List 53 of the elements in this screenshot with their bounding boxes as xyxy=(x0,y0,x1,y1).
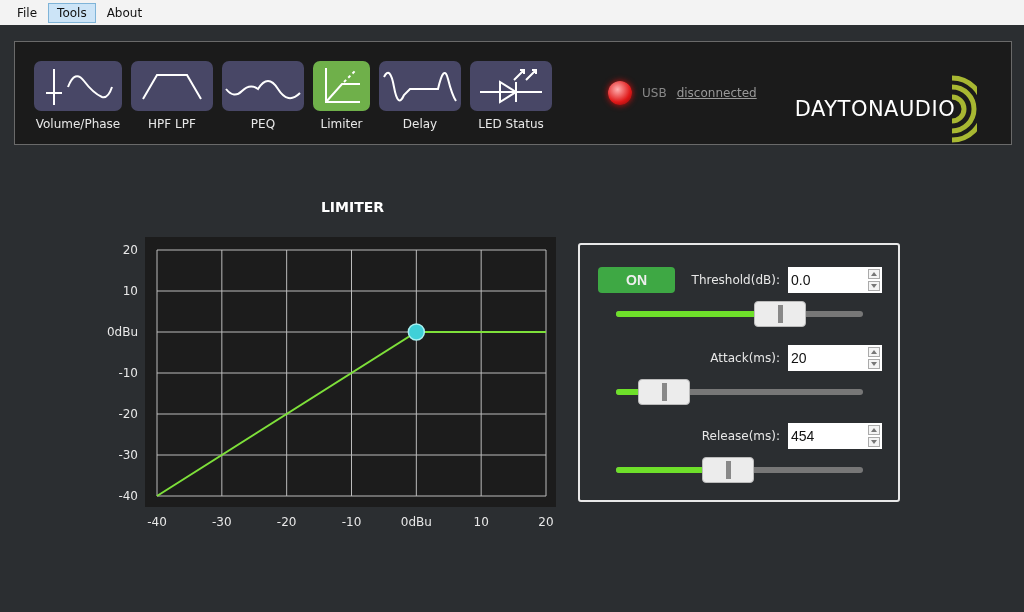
connection-status-link[interactable]: disconnected xyxy=(676,86,757,100)
tool-button[interactable] xyxy=(470,61,552,111)
step-up-button[interactable] xyxy=(868,345,882,358)
logo-text: DAYTONAUDIO xyxy=(794,97,956,121)
tool-label: Delay xyxy=(402,117,438,131)
number-field[interactable]: 454 xyxy=(788,423,868,449)
slider-thumb[interactable] xyxy=(754,301,807,327)
step-up-button[interactable] xyxy=(868,267,882,280)
led-diode-icon xyxy=(478,66,544,106)
y-tick-label: -20 xyxy=(118,407,138,421)
slider-thumb[interactable] xyxy=(702,457,755,483)
slider[interactable] xyxy=(616,301,863,327)
tool-label: Limiter xyxy=(320,117,363,131)
y-tick-label: -30 xyxy=(118,448,138,462)
step-down-button[interactable] xyxy=(868,436,882,449)
menu-item[interactable]: Tools xyxy=(48,2,96,23)
step-down-button[interactable] xyxy=(868,280,882,293)
number-field[interactable]: 20 xyxy=(788,345,868,371)
menu-item[interactable]: File xyxy=(8,2,47,23)
y-tick-label: 10 xyxy=(122,284,138,298)
slider[interactable] xyxy=(616,379,863,405)
x-tick-label: -10 xyxy=(341,515,362,529)
x-tick-label: -30 xyxy=(212,515,232,529)
step-up-button[interactable] xyxy=(868,423,882,436)
number-field[interactable]: 0.0 xyxy=(788,267,868,293)
y-tick-label: 20 xyxy=(122,243,138,257)
tool-button[interactable] xyxy=(379,61,461,111)
tool-button[interactable] xyxy=(34,61,122,111)
parameter-label: Attack(ms): xyxy=(710,351,780,365)
tool-label: PEQ xyxy=(250,117,276,131)
parameter-label: Release(ms): xyxy=(701,429,780,443)
tool-button[interactable] xyxy=(222,61,304,111)
tool-label: LED Status xyxy=(478,117,544,131)
x-tick-label: -40 xyxy=(147,515,167,529)
x-tick-label: 10 xyxy=(473,515,489,529)
x-tick-label: 20 xyxy=(538,515,554,529)
tool-label: Volume/Phase xyxy=(35,117,121,131)
knee-handle[interactable] xyxy=(407,323,426,341)
menu-item[interactable]: About xyxy=(97,2,152,23)
chart-title: LIMITER xyxy=(320,199,385,215)
y-tick-label: -40 xyxy=(118,489,138,503)
slider-thumb[interactable] xyxy=(638,379,691,405)
tool-button[interactable] xyxy=(131,61,213,111)
slider[interactable] xyxy=(616,457,863,483)
y-tick-label: 0dBu xyxy=(106,325,138,339)
step-down-button[interactable] xyxy=(868,358,882,371)
y-tick-label: -10 xyxy=(118,366,138,380)
x-tick-label: -20 xyxy=(276,515,297,529)
parameter-label: Threshold(dB): xyxy=(691,273,780,287)
bandpass-curve-icon xyxy=(141,71,203,101)
x-tick-label: 0dBu xyxy=(400,515,432,529)
tool-label: HPF LPF xyxy=(148,117,196,131)
usb-label: USB xyxy=(642,86,667,100)
